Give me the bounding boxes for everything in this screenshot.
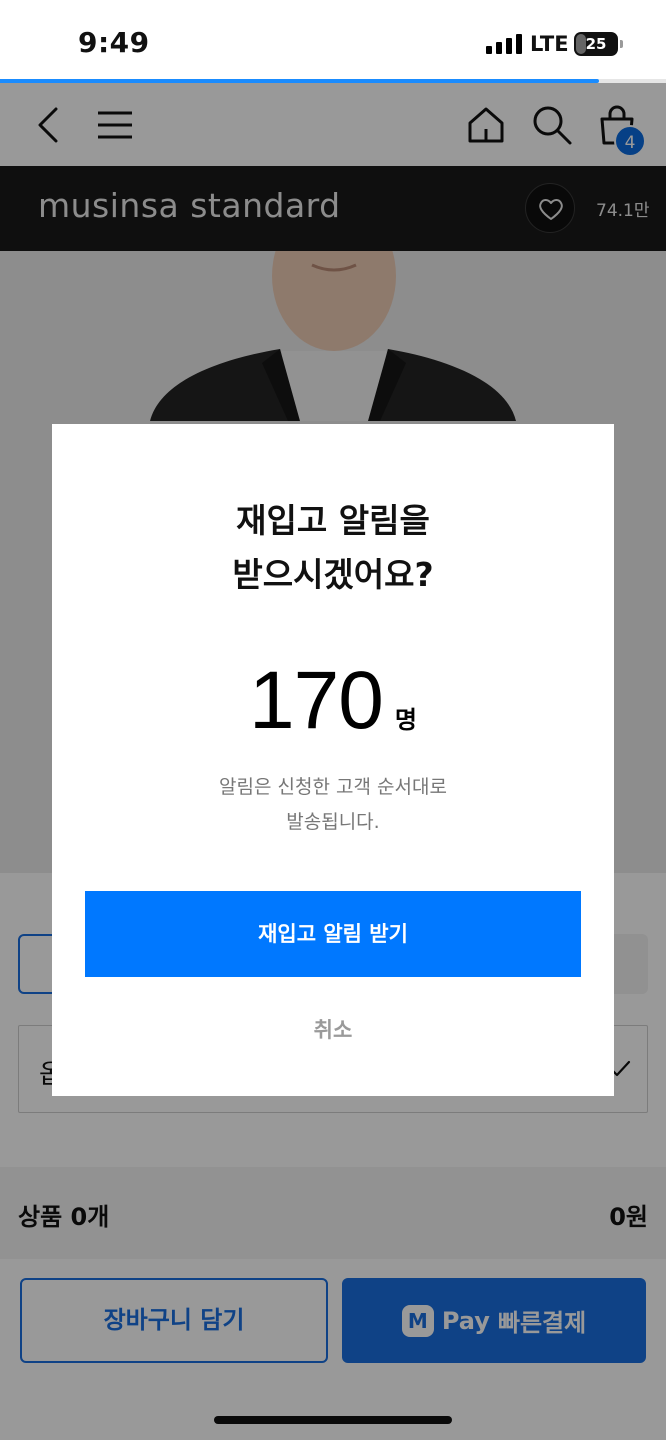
dialog-title: 재입고 알림을 받으시겠어요? bbox=[232, 501, 434, 594]
dialog-description: 알림은 신청한 고객 순서대로 발송됩니다. bbox=[219, 776, 447, 833]
battery-icon: 25 bbox=[574, 32, 623, 56]
subscriber-count-number: 170 bbox=[249, 655, 384, 746]
status-time: 9:49 bbox=[78, 26, 150, 59]
status-bar: 9:49 LTE 25 bbox=[0, 0, 666, 80]
signal-icon bbox=[486, 34, 522, 54]
restock-alert-dialog: 재입고 알림을 받으시겠어요? 170 명 알림은 신청한 고객 순서대로 발송됩… bbox=[52, 424, 614, 1096]
restock-alert-confirm-button[interactable]: 재입고 알림 받기 bbox=[85, 891, 581, 977]
subscriber-count: 170 명 bbox=[52, 654, 614, 748]
battery-level bbox=[576, 34, 586, 54]
subscriber-count-unit: 명 bbox=[394, 706, 417, 734]
network-type: LTE bbox=[530, 32, 569, 56]
cancel-button[interactable]: 취소 bbox=[52, 1014, 614, 1044]
battery-percent: 25 bbox=[585, 35, 607, 53]
